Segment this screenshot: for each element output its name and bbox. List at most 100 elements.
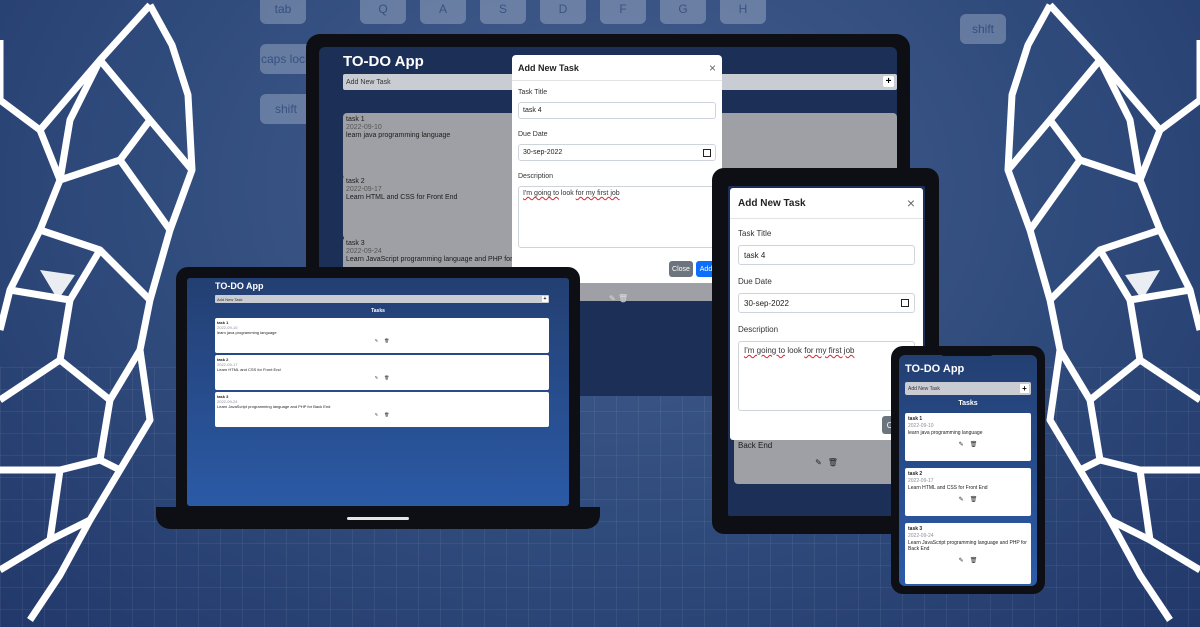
phone-notch [937, 346, 997, 356]
task-description: learn java programming language [217, 330, 277, 335]
due-date-value: 30-sep-2022 [523, 149, 563, 156]
description-prefix: I'm going to [523, 190, 559, 197]
key-q: Q [360, 0, 406, 24]
description-suffix: for my first job [804, 346, 855, 355]
laptop-notch [347, 517, 409, 520]
task-date: 2022-09-24 [908, 533, 934, 539]
delete-icon[interactable]: 🗑 [970, 496, 978, 503]
task-title: task 1 [908, 416, 923, 422]
task-actions: ✎ 🗑 [217, 338, 547, 343]
due-date-value: 30-sep-2022 [744, 298, 789, 308]
add-task-input[interactable]: Add New Task + [905, 382, 1031, 395]
edit-icon[interactable]: ✎ [375, 412, 378, 417]
laptop-base [156, 507, 600, 529]
task-card: task 2 2022-09-17 Learn HTML and CSS for… [905, 468, 1031, 516]
app-title: TO-DO App [905, 363, 965, 375]
add-task-button[interactable]: + [1020, 384, 1029, 393]
key-g: G [660, 0, 706, 24]
tasks-heading: Tasks [371, 308, 385, 314]
task-title-value: task 4 [523, 107, 542, 114]
due-date-field[interactable]: 30-sep-2022 [738, 293, 915, 313]
description-field[interactable]: I'm going to look for my first job [518, 186, 716, 248]
modal-title: Add New Task [518, 62, 579, 73]
task-description: Learn HTML and CSS for Front End [217, 367, 281, 372]
key-caps-lock: caps lock [260, 44, 312, 74]
add-task-button[interactable]: + [542, 296, 548, 302]
task-card: task 3 2022-09-24 Learn JavaScript progr… [905, 523, 1031, 584]
task-card: task 3 2022-09-24 Learn JavaScript progr… [215, 392, 549, 427]
task-title-field[interactable]: task 4 [518, 102, 716, 119]
description-label: Description [738, 325, 779, 334]
add-task-modal: Add New Task × Task Title task 4 Due Dat… [512, 55, 722, 283]
edit-icon[interactable]: ✎ [815, 458, 822, 467]
delete-icon[interactable]: 🗑 [828, 458, 838, 467]
edit-icon[interactable]: ✎ [375, 338, 378, 343]
task-actions: ✎ 🗑 [908, 557, 1028, 564]
task-title-value: task 4 [744, 250, 766, 260]
edit-icon[interactable]: ✎ [959, 441, 964, 448]
close-icon[interactable]: × [907, 195, 915, 211]
laptop-screen: TO-DO App Add New Task + Tasks task 1 20… [187, 278, 569, 506]
task-title-label: Task Title [738, 229, 772, 238]
task-actions: ✎ 🗑 [738, 458, 915, 467]
task-description: Learn JavaScript programming language an… [908, 540, 1027, 552]
task-description: Learn JavaScript programming language an… [217, 404, 331, 409]
edit-icon[interactable]: ✎ [375, 375, 378, 380]
app-title: TO-DO App [343, 53, 424, 70]
description-field[interactable]: I'm going to look for my first job [738, 341, 915, 411]
task-date: 2022-09-17 [908, 478, 934, 484]
task-title-label: Task Title [518, 89, 548, 96]
edit-icon[interactable]: ✎ [609, 294, 616, 303]
edit-icon[interactable]: ✎ [959, 496, 964, 503]
modal-header: Add New Task × [512, 55, 722, 81]
tasks-heading: Tasks [958, 400, 978, 407]
close-button[interactable]: Close [669, 261, 693, 277]
add-task-button[interactable]: + [883, 76, 894, 87]
key-a: A [420, 0, 466, 24]
task-title: task 2 [908, 471, 923, 477]
due-date-label: Due Date [738, 277, 772, 286]
edit-icon[interactable]: ✎ [959, 557, 964, 564]
task-title-field[interactable]: task 4 [738, 245, 915, 265]
task-date: 2022-09-10 [908, 423, 934, 429]
due-date-label: Due Date [518, 131, 548, 138]
add-task-placeholder: Add New Task [346, 78, 391, 86]
calendar-icon[interactable] [703, 148, 711, 157]
app-title: TO-DO App [215, 281, 264, 291]
calendar-icon[interactable] [901, 299, 909, 307]
task-actions: ✎ 🗑 [217, 412, 547, 417]
description-label: Description [518, 173, 554, 180]
task-title: task 3 [908, 526, 923, 532]
laptop: TO-DO App Add New Task + Tasks task 1 20… [176, 267, 580, 510]
key-f: F [600, 0, 646, 24]
description-mid: look [558, 190, 576, 197]
key-s: S [480, 0, 526, 24]
task-actions: ✎ 🗑 [908, 496, 1028, 503]
key-d: D [540, 0, 586, 24]
description-suffix: for my first job [575, 190, 620, 197]
delete-icon[interactable]: 🗑 [384, 338, 389, 343]
tablet-task-text: Back End [738, 441, 773, 450]
modal-title: Add New Task [738, 197, 806, 209]
task-actions: ✎ 🗑 [609, 294, 628, 303]
due-date-field[interactable]: 30-sep-2022 [518, 144, 716, 161]
add-task-placeholder: Add New Task [908, 385, 940, 392]
delete-icon[interactable]: 🗑 [970, 557, 978, 564]
description-mid: look [785, 346, 805, 355]
close-icon[interactable]: × [709, 61, 716, 75]
delete-icon[interactable]: 🗑 [384, 375, 389, 380]
add-task-input[interactable]: Add New Task + [215, 295, 549, 303]
phone-screen: TO-DO App Add New Task + Tasks task 1 20… [899, 355, 1037, 586]
task-card: task 1 2022-09-10 learn java programming… [905, 413, 1031, 461]
task-actions: ✎ 🗑 [908, 441, 1028, 448]
add-task-placeholder: Add New Task [217, 296, 243, 302]
modal-header: Add New Task × [730, 188, 923, 219]
delete-icon[interactable]: 🗑 [384, 412, 389, 417]
task-description: Learn HTML and CSS for Front End [908, 485, 988, 491]
delete-icon[interactable]: 🗑 [970, 441, 978, 448]
task-card: task 2 2022-09-17 Learn HTML and CSS for… [215, 355, 549, 390]
description-prefix: I'm going to [744, 346, 786, 355]
key-h: H [720, 0, 766, 24]
key-tab: tab [260, 0, 306, 24]
delete-icon[interactable]: 🗑 [618, 294, 628, 303]
